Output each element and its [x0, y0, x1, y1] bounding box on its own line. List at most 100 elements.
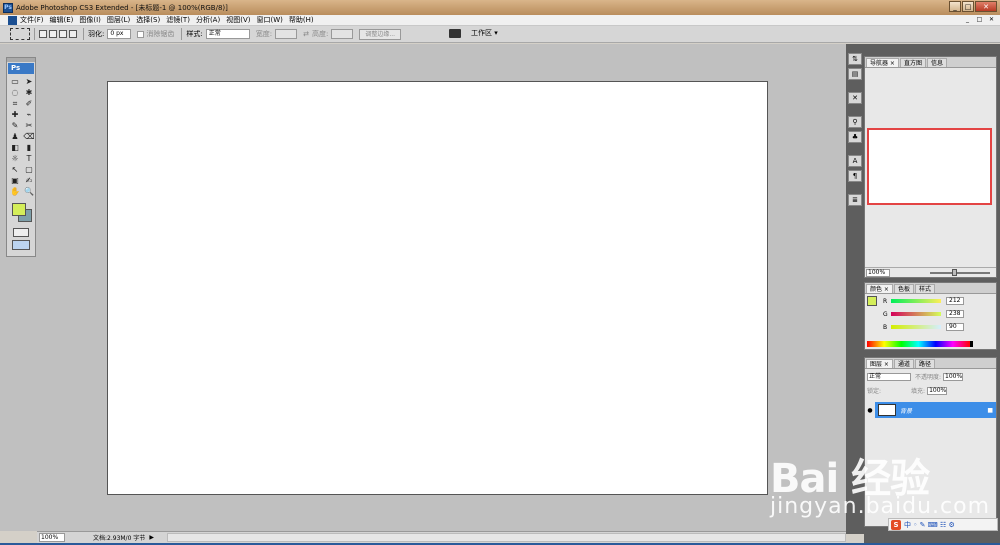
bridge-icon[interactable]	[449, 28, 461, 38]
hand-tool-icon[interactable]: ✋	[9, 186, 21, 197]
dock-paragraph-icon[interactable]: ¶	[848, 170, 862, 182]
menu-file[interactable]: 文件(F)	[20, 15, 44, 25]
navigator-zoom-input[interactable]: 100%	[866, 268, 890, 277]
tab-histogram[interactable]: 直方图	[899, 58, 926, 67]
eraser-tool-icon[interactable]: ♟	[9, 131, 21, 142]
width-input[interactable]	[275, 29, 298, 39]
zoom-level-input[interactable]: 100%	[39, 533, 65, 542]
tab-channels[interactable]: 通道	[893, 359, 914, 368]
channel-g-slider[interactable]	[891, 312, 941, 316]
blend-mode-select[interactable]: 正常	[867, 372, 911, 381]
tool-preset-picker[interactable]	[10, 28, 30, 40]
height-input[interactable]	[331, 29, 354, 39]
crop-tool-icon[interactable]: ⌗	[9, 98, 21, 109]
subtract-selection-icon[interactable]	[59, 30, 67, 38]
gradient-tool-icon[interactable]: ⌫	[23, 131, 35, 142]
magic-wand-tool-icon[interactable]: ✱	[23, 87, 35, 98]
menu-help[interactable]: 帮助(H)	[289, 15, 314, 25]
menu-image[interactable]: 图像(I)	[79, 15, 101, 25]
menu-edit[interactable]: 编辑(E)	[50, 15, 74, 25]
brush-tool-icon[interactable]: ⌁	[23, 109, 35, 120]
pen-tool-icon[interactable]: ☼	[9, 153, 21, 164]
new-selection-icon[interactable]	[39, 30, 47, 38]
dock-clone-source-icon[interactable]: ♣	[848, 131, 862, 143]
slice-tool-icon[interactable]: ✐	[23, 98, 35, 109]
menu-filter[interactable]: 滤镜(T)	[166, 15, 190, 25]
layer-visibility-eye-icon[interactable]: ●	[865, 402, 875, 418]
healing-tool-icon[interactable]: ✚	[9, 109, 21, 120]
tab-navigator[interactable]: 导航器 ×	[866, 58, 899, 67]
navigator-zoom-slider[interactable]	[930, 268, 990, 276]
blur-tool-icon[interactable]: ◧	[9, 142, 21, 153]
dock-actions-icon[interactable]: ▤	[848, 68, 862, 80]
menu-analysis[interactable]: 分析(A)	[196, 15, 220, 25]
tab-swatches[interactable]: 色板	[893, 284, 914, 293]
lasso-tool-icon[interactable]: ◌	[9, 87, 21, 98]
tab-styles[interactable]: 样式	[914, 284, 935, 293]
window-controls: _ □ ✕	[949, 1, 997, 12]
notes-tool-icon[interactable]: ▣	[9, 175, 21, 186]
quick-mask-icon[interactable]	[13, 228, 29, 237]
ime-status-icons[interactable]: 中 ◦ ✎ ⌨ ☷ ⚙	[904, 520, 955, 530]
intersect-selection-icon[interactable]	[69, 30, 77, 38]
foreground-color-swatch[interactable]	[12, 203, 26, 216]
doc-maximize-button[interactable]: □	[975, 16, 984, 24]
navigator-preview[interactable]	[867, 128, 992, 205]
sogou-ime-icon[interactable]: S	[891, 519, 901, 530]
doc-minimize-button[interactable]: _	[963, 16, 972, 24]
move-tool-icon[interactable]: ➤	[23, 76, 35, 87]
doc-close-button[interactable]: ✕	[987, 16, 996, 24]
tab-color[interactable]: 颜色 ×	[866, 284, 893, 293]
path-selection-tool-icon[interactable]: ↖	[9, 164, 21, 175]
menu-window[interactable]: 窗口(W)	[256, 15, 282, 25]
workspace-button[interactable]: 工作区 ▾	[471, 28, 498, 38]
history-brush-tool-icon[interactable]: ✂	[23, 120, 35, 131]
type-tool-icon[interactable]: T	[23, 153, 35, 164]
maximize-button[interactable]: □	[962, 1, 974, 12]
navigator-zoom-knob[interactable]	[952, 268, 957, 276]
zoom-tool-icon[interactable]: 🔍	[23, 186, 35, 197]
screen-mode-icon[interactable]	[12, 240, 30, 250]
add-selection-icon[interactable]	[49, 30, 57, 38]
channel-b-input[interactable]: 90	[946, 323, 964, 331]
refine-edge-button[interactable]: 调整边缘...	[359, 28, 402, 40]
style-select[interactable]: 正常	[205, 29, 250, 39]
tab-layers[interactable]: 图层 ×	[866, 359, 893, 368]
dock-tool-presets-icon[interactable]: ✕	[848, 92, 862, 104]
document-canvas[interactable]	[107, 81, 768, 495]
menu-view[interactable]: 视图(V)	[226, 15, 250, 25]
dock-brushes-icon[interactable]: ⚲	[848, 116, 862, 128]
tab-info[interactable]: 信息	[926, 58, 947, 67]
channel-r-slider[interactable]	[891, 299, 941, 303]
menu-select[interactable]: 选择(S)	[136, 15, 160, 25]
marquee-tool-icon[interactable]: ▭	[9, 76, 21, 87]
dodge-tool-icon[interactable]: ▮	[23, 142, 35, 153]
toolbox-grip[interactable]	[7, 58, 35, 62]
dock-history-icon[interactable]: ⇅	[848, 53, 862, 65]
status-menu-arrow-icon[interactable]: ▶	[149, 534, 154, 541]
color-panel-foreground-swatch[interactable]	[867, 296, 877, 306]
channel-b-slider[interactable]	[891, 325, 941, 329]
toolbox-header[interactable]: Ps	[8, 63, 34, 74]
document-icon[interactable]	[8, 15, 17, 25]
antialias-checkbox[interactable]	[137, 30, 145, 38]
channel-r-input[interactable]: 212	[946, 297, 964, 305]
fill-input[interactable]: 100%	[927, 386, 948, 395]
style-label: 样式:	[186, 30, 203, 38]
shape-tool-icon[interactable]: ▢	[23, 164, 35, 175]
dock-layer-comps-icon[interactable]: ≣	[848, 194, 862, 206]
eyedropper-tool-icon[interactable]: ✍	[23, 175, 35, 186]
tab-paths[interactable]: 路径	[914, 359, 935, 368]
layer-row-background[interactable]: ● 背景 ■	[865, 402, 996, 418]
menu-layer[interactable]: 图层(L)	[107, 15, 130, 25]
close-button[interactable]: ✕	[975, 1, 997, 12]
opacity-input[interactable]: 100%	[943, 372, 964, 381]
swap-icon[interactable]: ⇄	[303, 30, 309, 38]
dock-character-icon[interactable]: A	[848, 155, 862, 167]
minimize-button[interactable]: _	[949, 1, 961, 12]
horizontal-scrollbar[interactable]	[167, 533, 846, 542]
channel-g-input[interactable]: 238	[946, 310, 964, 318]
color-spectrum[interactable]	[867, 341, 973, 347]
feather-input[interactable]: 0 px	[107, 29, 132, 39]
clone-stamp-tool-icon[interactable]: ✎	[9, 120, 21, 131]
